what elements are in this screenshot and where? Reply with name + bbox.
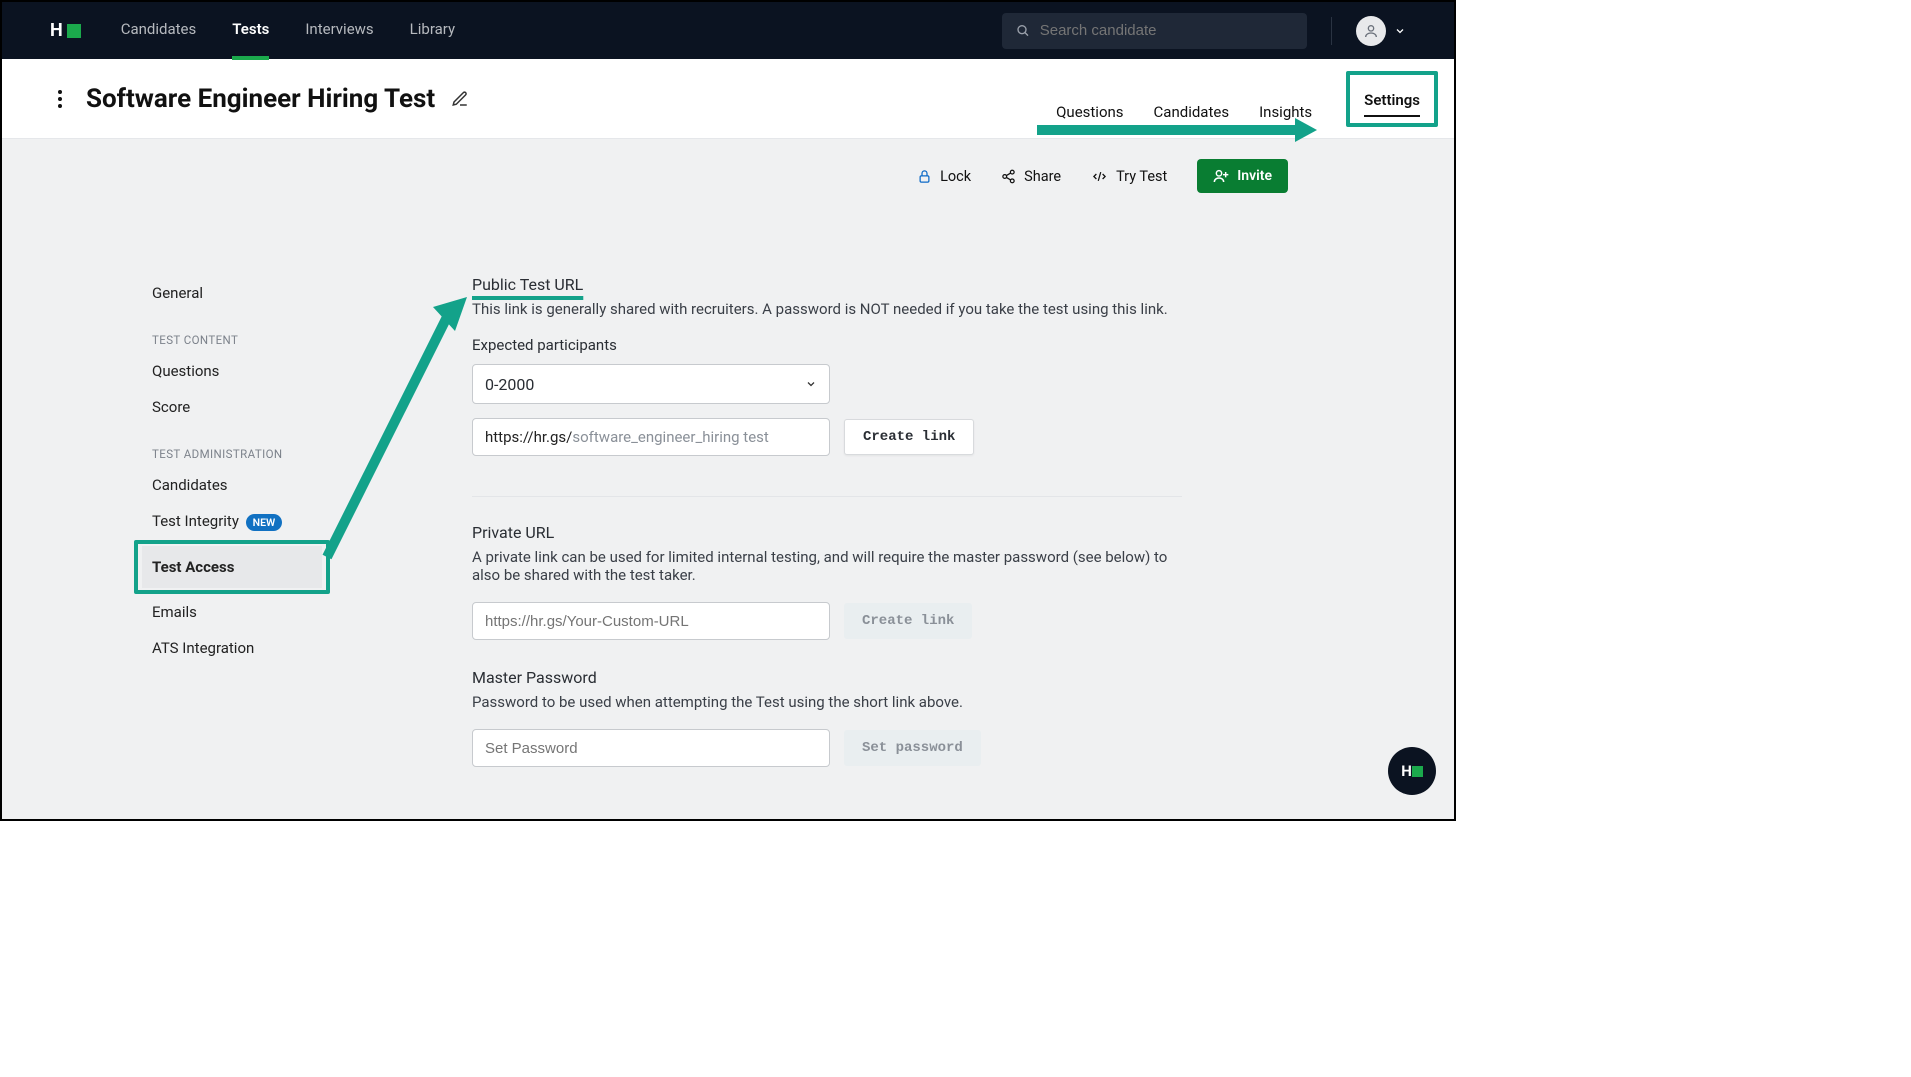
sidebar-score[interactable]: Score: [152, 389, 312, 425]
nav-library[interactable]: Library: [410, 2, 455, 60]
settings-sidebar: General TEST CONTENT Questions Score TES…: [2, 139, 312, 819]
page-title: Software Engineer Hiring Test: [86, 84, 435, 114]
annotation-testaccess-highlight: Test Access: [134, 540, 330, 594]
sidebar-heading-content: TEST CONTENT: [152, 311, 312, 353]
sidebar-questions[interactable]: Questions: [152, 353, 312, 389]
search-icon: [1016, 23, 1030, 38]
lock-icon: [917, 169, 932, 184]
nav-divider: [1331, 17, 1332, 45]
try-test-action[interactable]: Try Test: [1091, 168, 1167, 185]
public-url-title: Public Test URL: [472, 275, 1182, 294]
help-fab[interactable]: H: [1388, 747, 1436, 795]
expected-participants-value: 0-2000: [485, 375, 534, 394]
sidebar-integrity[interactable]: Test Integrity NEW: [152, 503, 312, 540]
profile-menu[interactable]: [1356, 16, 1406, 46]
person-icon: [1363, 23, 1379, 39]
public-url-desc: This link is generally shared with recru…: [472, 300, 1182, 318]
search-box[interactable]: [1002, 13, 1307, 49]
public-url-prefix: https://hr.gs/: [485, 428, 572, 446]
master-password-desc: Password to be used when attempting the …: [472, 693, 1182, 711]
logo-square-icon: [67, 24, 81, 38]
expected-participants-select[interactable]: 0-2000: [472, 364, 830, 404]
tab-settings[interactable]: Settings: [1364, 85, 1420, 117]
public-url-input[interactable]: https://hr.gs/software_engineer_hiring t…: [472, 418, 830, 456]
tab-candidates[interactable]: Candidates: [1154, 97, 1230, 127]
logo-h-icon: H: [1401, 762, 1412, 780]
invite-button[interactable]: Invite: [1197, 159, 1288, 193]
private-url-row: Create link: [472, 602, 1182, 640]
code-icon: [1091, 169, 1108, 184]
invite-label: Invite: [1237, 168, 1272, 184]
new-badge: NEW: [246, 514, 283, 531]
annotation-settings-highlight: Settings: [1346, 71, 1438, 127]
set-password-button: Set password: [844, 730, 981, 766]
share-label: Share: [1024, 168, 1061, 185]
master-password-input[interactable]: [472, 729, 830, 767]
header-tabs: Questions Candidates Insights Settings: [1056, 71, 1438, 127]
kebab-menu-icon[interactable]: [58, 90, 62, 108]
header-bar: Software Engineer Hiring Test Questions …: [2, 59, 1454, 139]
lock-action[interactable]: Lock: [917, 168, 971, 185]
sidebar-general[interactable]: General: [152, 275, 312, 311]
master-password-row: Set password: [472, 729, 1182, 767]
section-divider: [472, 496, 1182, 497]
private-url-desc: A private link can be used for limited i…: [472, 548, 1172, 584]
logo-h-icon: H: [50, 20, 63, 41]
share-icon: [1001, 169, 1016, 184]
lock-label: Lock: [940, 168, 971, 185]
chevron-down-icon: [1394, 25, 1406, 37]
public-url-row: https://hr.gs/software_engineer_hiring t…: [472, 418, 1182, 456]
private-url-input[interactable]: [472, 602, 830, 640]
master-password-field[interactable]: [485, 740, 817, 757]
top-nav: H Candidates Tests Interviews Library: [2, 2, 1454, 59]
sidebar-candidates[interactable]: Candidates: [152, 467, 312, 503]
try-test-label: Try Test: [1116, 168, 1167, 185]
settings-form: Public Test URL This link is generally s…: [312, 139, 1182, 819]
private-url-field[interactable]: [485, 613, 817, 630]
edit-icon[interactable]: [451, 90, 469, 108]
tab-questions[interactable]: Questions: [1056, 97, 1123, 127]
nav-interviews[interactable]: Interviews: [305, 2, 373, 60]
create-public-link-button[interactable]: Create link: [844, 419, 974, 455]
sidebar-integrity-label: Test Integrity: [152, 512, 239, 530]
chevron-down-icon: [805, 378, 817, 390]
sidebar-test-access[interactable]: Test Access: [142, 546, 322, 588]
avatar: [1356, 16, 1386, 46]
sidebar-heading-admin: TEST ADMINISTRATION: [152, 425, 312, 467]
expected-participants-label: Expected participants: [472, 336, 1182, 354]
public-url-suffix: software_engineer_hiring test: [572, 428, 768, 446]
private-url-title: Private URL: [472, 523, 1182, 542]
search-input[interactable]: [1040, 22, 1293, 39]
body-area: Lock Share Try Test Invite General TEST …: [2, 139, 1454, 819]
logo[interactable]: H: [50, 20, 81, 41]
nav-links: Candidates Tests Interviews Library: [121, 2, 455, 60]
sidebar-ats[interactable]: ATS Integration: [152, 630, 312, 666]
logo-square-icon: [1412, 766, 1423, 777]
share-action[interactable]: Share: [1001, 168, 1061, 185]
master-password-title: Master Password: [472, 668, 1182, 687]
nav-tests[interactable]: Tests: [232, 2, 269, 60]
tab-insights[interactable]: Insights: [1259, 97, 1312, 127]
action-row: Lock Share Try Test Invite: [917, 159, 1288, 193]
person-plus-icon: [1213, 168, 1229, 184]
nav-candidates[interactable]: Candidates: [121, 2, 197, 60]
create-private-link-button: Create link: [844, 603, 972, 639]
sidebar-emails[interactable]: Emails: [152, 594, 312, 630]
